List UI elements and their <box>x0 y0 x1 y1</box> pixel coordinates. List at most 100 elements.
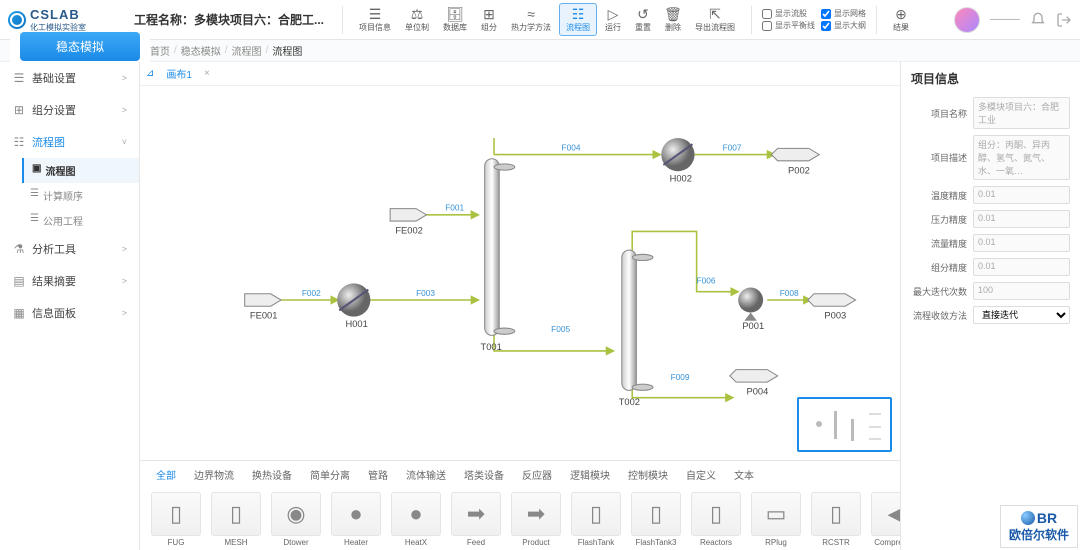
info-row-1: 项目描述组分：丙酮、异丙醇、氢气、氮气、水、一氧… <box>911 135 1070 180</box>
result-button[interactable]: ⊕结果 <box>887 4 915 35</box>
pal-tab-11[interactable]: 文本 <box>726 465 762 484</box>
pal-tab-9[interactable]: 控制模块 <box>620 465 676 484</box>
Compressor-icon: ◀ <box>871 492 900 536</box>
sidebar: ☰基础设置˃⊞组分设置˃☷流程图˅▣流程图☰计算顺序☰公用工程⚗分析工具˃▤结果… <box>0 62 140 550</box>
pal-item-Reactors[interactable]: ▯Reactors <box>688 490 744 549</box>
unit-p003[interactable]: P003 <box>808 294 856 321</box>
logo-text: CSLAB <box>30 7 86 22</box>
bell-icon[interactable] <box>1030 12 1046 28</box>
unit-t001[interactable]: T001 <box>481 159 515 352</box>
summary-icon: ▤ <box>12 274 26 288</box>
pal-item-FlashTank[interactable]: ▯FlashTank <box>568 490 624 549</box>
tb-database[interactable]: 🗄数据库 <box>437 4 473 35</box>
info-icon: ▦ <box>12 306 26 320</box>
flowsheet-canvas[interactable]: F002 F001 F003 F004 F007 F005 F006 F008 … <box>140 86 900 460</box>
menu-analysis[interactable]: ⚗分析工具˃ <box>0 233 139 265</box>
tb-reset[interactable]: ↺重置 <box>629 4 657 35</box>
unit-icon: ⚖ <box>409 6 425 22</box>
menu-flowsheet[interactable]: ☷流程图˅ <box>0 126 139 158</box>
unit-t002[interactable]: T002 <box>619 250 653 407</box>
submenu-flow[interactable]: ▣流程图 <box>22 158 139 183</box>
unit-h002[interactable]: H002 <box>661 138 694 184</box>
equipment-palette: 全部边界物流换热设备简单分离管路流体输送塔类设备反应器逻辑模块控制模块自定义文本… <box>140 460 900 550</box>
menu-basic[interactable]: ☰基础设置˃ <box>0 62 139 94</box>
info-value-0[interactable]: 多模块项目六：合肥工业 <box>973 97 1070 129</box>
info-value-6[interactable]: 100 <box>973 282 1070 300</box>
submenu-calc[interactable]: ☰计算顺序 <box>22 183 139 208</box>
crumb-home[interactable]: 首页 <box>150 43 170 58</box>
pal-tab-1[interactable]: 边界物流 <box>186 465 242 484</box>
pal-item-Dtower[interactable]: ◉Dtower <box>268 490 324 549</box>
pal-tab-5[interactable]: 流体输送 <box>398 465 454 484</box>
svg-text:F006: F006 <box>697 275 716 285</box>
pal-item-Heater[interactable]: ●Heater <box>328 490 384 549</box>
pal-item-RCSTR[interactable]: ▯RCSTR <box>808 490 864 549</box>
pal-tab-2[interactable]: 换热设备 <box>244 465 300 484</box>
svg-text:F008: F008 <box>780 288 799 298</box>
chevron-icon: ˃ <box>122 276 127 286</box>
crumb-sim[interactable]: 稳态模拟 <box>181 43 221 58</box>
unit-fe002[interactable]: FE002 <box>390 209 426 236</box>
unit-p004[interactable]: P004 <box>730 370 778 397</box>
tb-comp[interactable]: ⊞组分 <box>475 4 503 35</box>
unit-fe001[interactable]: FE001 <box>245 294 281 321</box>
minimap[interactable] <box>797 397 892 452</box>
user-avatar[interactable] <box>954 7 980 33</box>
pal-tab-7[interactable]: 反应器 <box>514 465 560 484</box>
unit-p001[interactable]: P001 <box>738 288 764 332</box>
pal-tab-8[interactable]: 逻辑模块 <box>562 465 618 484</box>
export-icon: ⇱ <box>707 6 723 22</box>
menu-info[interactable]: ▦信息面板˃ <box>0 297 139 329</box>
tb-unit[interactable]: ⚖单位制 <box>399 4 435 35</box>
info-row-4: 流量精度0.01 <box>911 234 1070 252</box>
unit-h001[interactable]: H001 <box>337 283 370 329</box>
info-row-2: 温度精度0.01 <box>911 186 1070 204</box>
info-select-7[interactable]: 直接迭代 <box>973 306 1070 324</box>
info-value-5[interactable]: 0.01 <box>973 258 1070 276</box>
opt-show-grid[interactable]: 显示网格 <box>821 8 866 19</box>
info-value-1[interactable]: 组分：丙酮、异丙醇、氢气、氮气、水、一氧… <box>973 135 1070 180</box>
pal-tab-0[interactable]: 全部 <box>148 465 184 484</box>
info-value-4[interactable]: 0.01 <box>973 234 1070 252</box>
pal-item-Compressor[interactable]: ◀Compressor <box>868 490 900 549</box>
crumb-flow[interactable]: 流程图 <box>232 43 262 58</box>
pal-item-MESH[interactable]: ▯MESH <box>208 490 264 549</box>
pal-item-Product[interactable]: ➡Product <box>508 490 564 549</box>
tb-run[interactable]: ▷运行 <box>599 4 627 35</box>
crumb-current: 流程图 <box>272 43 302 58</box>
canvas-tab[interactable]: 画布1 <box>160 64 198 83</box>
tb-export[interactable]: ⇱导出流程图 <box>689 4 741 35</box>
project-name: 工程名称：多模块项目六：合肥工... <box>134 11 324 28</box>
pal-item-FlashTank3[interactable]: ▯FlashTank3 <box>628 490 684 549</box>
logout-icon[interactable] <box>1056 12 1072 28</box>
menu-components[interactable]: ⊞组分设置˃ <box>0 94 139 126</box>
tb-delete[interactable]: 🗑删除 <box>659 4 687 35</box>
pal-item-FUG[interactable]: ▯FUG <box>148 490 204 549</box>
tb-proj-info[interactable]: ☰项目信息 <box>353 4 397 35</box>
pal-item-Feed[interactable]: ➡Feed <box>448 490 504 549</box>
pal-tab-3[interactable]: 简单分离 <box>302 465 358 484</box>
pal-item-RPlug[interactable]: ▭RPlug <box>748 490 804 549</box>
watermark-globe-icon <box>1021 511 1035 525</box>
pal-tab-10[interactable]: 自定义 <box>678 465 724 484</box>
simulate-button[interactable]: 稳态模拟 <box>20 32 140 61</box>
tb-thermo[interactable]: ≈热力学方法 <box>505 4 557 35</box>
tb-flowsheet[interactable]: ☷流程图 <box>559 3 597 36</box>
submenu-utility[interactable]: ☰公用工程 <box>22 208 139 233</box>
opt-show-streams[interactable]: 显示流股 <box>762 8 815 19</box>
opt-show-outline[interactable]: 显示大纲 <box>821 20 866 31</box>
chevron-icon: ˃ <box>122 244 127 254</box>
close-tab-icon[interactable]: × <box>204 68 210 79</box>
toolbar-buttons: ☰项目信息⚖单位制🗄数据库⊞组分≈热力学方法☷流程图▷运行↺重置🗑删除⇱导出流程… <box>353 3 741 36</box>
pal-tab-6[interactable]: 塔类设备 <box>456 465 512 484</box>
opt-show-balance[interactable]: 显示平衡线 <box>762 20 815 31</box>
info-value-3[interactable]: 0.01 <box>973 210 1070 228</box>
components-icon: ⊞ <box>12 103 26 117</box>
comp-icon: ⊞ <box>481 6 497 22</box>
unit-p002[interactable]: P002 <box>771 148 819 175</box>
pal-item-HeatX[interactable]: ●HeatX <box>388 490 444 549</box>
menu-summary[interactable]: ▤结果摘要˃ <box>0 265 139 297</box>
Reactors-icon: ▯ <box>691 492 741 536</box>
pal-tab-4[interactable]: 管路 <box>360 465 396 484</box>
info-value-2[interactable]: 0.01 <box>973 186 1070 204</box>
